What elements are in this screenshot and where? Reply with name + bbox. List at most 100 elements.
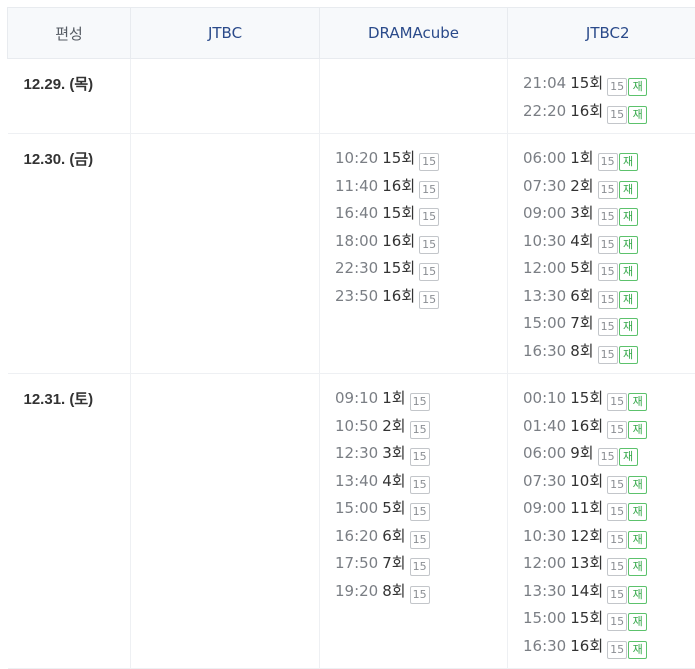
- slot-episode: 3회: [382, 444, 405, 462]
- rerun-badge: 재: [628, 531, 647, 549]
- age-rating-badge: 15: [598, 346, 618, 364]
- age-rating-badge: 15: [598, 318, 618, 336]
- slot-episode: 15회: [382, 259, 415, 277]
- age-rating-badge: 15: [607, 393, 627, 411]
- slot-time: 13:30: [523, 582, 566, 600]
- broadcast-slot-item: 06:009회15재: [523, 440, 695, 468]
- broadcast-slot-item: 16:3016회15재: [523, 633, 695, 661]
- age-rating-badge: 15: [607, 503, 627, 521]
- broadcast-slot-item: 01:4016회15재: [523, 413, 695, 441]
- slot-time: 10:20: [335, 149, 378, 167]
- age-rating-badge: 15: [607, 476, 627, 494]
- rerun-badge: 재: [619, 236, 638, 254]
- slot-time: 09:00: [523, 499, 566, 517]
- slot-time: 07:30: [523, 472, 566, 490]
- broadcast-slot-item: 16:308회15재: [523, 338, 695, 366]
- slot-cell-jtbc: [131, 134, 320, 374]
- slot-episode: 8회: [382, 582, 405, 600]
- age-rating-badge: 15: [607, 641, 627, 659]
- age-rating-badge: 15: [419, 236, 439, 254]
- rerun-badge: 재: [619, 208, 638, 226]
- slot-cell-jtbc2: 06:001회15재07:302회15재09:003회15재10:304회15재…: [508, 134, 695, 374]
- slot-episode: 14회: [570, 582, 603, 600]
- slot-episode: 16회: [570, 417, 603, 435]
- broadcast-slot-item: 10:502회15: [335, 413, 507, 441]
- age-rating-badge: 15: [607, 558, 627, 576]
- rerun-badge: 재: [619, 181, 638, 199]
- slot-time: 21:04: [523, 74, 566, 92]
- age-rating-badge: 15: [410, 476, 430, 494]
- slot-time: 23:50: [335, 287, 378, 305]
- slot-time: 01:40: [523, 417, 566, 435]
- broadcast-slot-item: 22:2016회15재: [523, 98, 695, 126]
- age-rating-badge: 15: [419, 208, 439, 226]
- slot-time: 12:00: [523, 259, 566, 277]
- age-rating-badge: 15: [598, 208, 618, 226]
- slot-time: 07:30: [523, 177, 566, 195]
- age-rating-badge: 15: [598, 153, 618, 171]
- age-rating-badge: 15: [607, 106, 627, 124]
- slot-time: 16:40: [335, 204, 378, 222]
- age-rating-badge: 15: [419, 181, 439, 199]
- slot-episode: 15회: [382, 149, 415, 167]
- broadcast-slot-item: 17:507회15: [335, 550, 507, 578]
- slot-time: 15:00: [523, 609, 566, 627]
- rerun-badge: 재: [628, 558, 647, 576]
- slot-episode: 6회: [570, 287, 593, 305]
- slot-time: 15:00: [335, 499, 378, 517]
- slot-episode: 8회: [570, 342, 593, 360]
- date-row: 12.29. (목) 21:0415회15재22:2016회15재: [8, 59, 695, 134]
- rerun-badge: 재: [619, 291, 638, 309]
- broadcast-slot-item: 12:0013회15재: [523, 550, 695, 578]
- date-row: 12.31. (토) 09:101회1510:502회1512:303회1513…: [8, 374, 695, 669]
- slot-episode: 15회: [382, 204, 415, 222]
- broadcast-slot-item: 23:5016회15: [335, 283, 507, 311]
- slot-episode: 1회: [570, 149, 593, 167]
- slot-time: 18:00: [335, 232, 378, 250]
- slot-episode: 10회: [570, 472, 603, 490]
- broadcast-slot-item: 16:206회15: [335, 523, 507, 551]
- rerun-badge: 재: [628, 476, 647, 494]
- broadcast-slot-item: 12:005회15재: [523, 255, 695, 283]
- age-rating-badge: 15: [607, 78, 627, 96]
- slot-cell-dramacube: [320, 59, 508, 134]
- age-rating-badge: 15: [410, 558, 430, 576]
- broadcast-slot-item: 15:005회15: [335, 495, 507, 523]
- date-cell: 12.29. (목): [8, 59, 131, 134]
- age-rating-badge: 15: [598, 236, 618, 254]
- broadcast-slot-item: 15:007회15재: [523, 310, 695, 338]
- slot-episode: 5회: [382, 499, 405, 517]
- date-cell: 12.30. (금): [8, 134, 131, 374]
- rerun-badge: 재: [619, 448, 638, 466]
- date-cell: 12.31. (토): [8, 374, 131, 669]
- broadcast-slot-item: 21:0415회15재: [523, 70, 695, 98]
- age-rating-badge: 15: [607, 586, 627, 604]
- slot-episode: 6회: [382, 527, 405, 545]
- slot-cell-jtbc: [131, 59, 320, 134]
- slot-time: 13:30: [523, 287, 566, 305]
- broadcast-slot-item: 07:302회15재: [523, 173, 695, 201]
- slot-episode: 15회: [570, 609, 603, 627]
- age-rating-badge: 15: [598, 291, 618, 309]
- rerun-badge: 재: [619, 318, 638, 336]
- slot-time: 12:30: [335, 444, 378, 462]
- broadcast-slot-item: 06:001회15재: [523, 145, 695, 173]
- age-rating-badge: 15: [598, 263, 618, 281]
- slot-episode: 13회: [570, 554, 603, 572]
- slot-time: 12:00: [523, 554, 566, 572]
- broadcast-slot-item: 19:208회15: [335, 578, 507, 606]
- broadcast-slot-item: 09:0011회15재: [523, 495, 695, 523]
- slot-episode: 2회: [382, 417, 405, 435]
- age-rating-badge: 15: [410, 448, 430, 466]
- slot-time: 00:10: [523, 389, 566, 407]
- slot-cell-dramacube: 10:2015회1511:4016회1516:4015회1518:0016회15…: [320, 134, 508, 374]
- rerun-badge: 재: [628, 393, 647, 411]
- broadcast-slot-item: 09:003회15재: [523, 200, 695, 228]
- slot-time: 06:00: [523, 444, 566, 462]
- schedule-body: 12.29. (목) 21:0415회15재22:2016회15재 12.30.…: [8, 59, 695, 669]
- broadcast-slot-item: 13:3014회15재: [523, 578, 695, 606]
- broadcast-slot-item: 13:404회15: [335, 468, 507, 496]
- age-rating-badge: 15: [410, 531, 430, 549]
- slot-time: 10:30: [523, 232, 566, 250]
- age-rating-badge: 15: [607, 531, 627, 549]
